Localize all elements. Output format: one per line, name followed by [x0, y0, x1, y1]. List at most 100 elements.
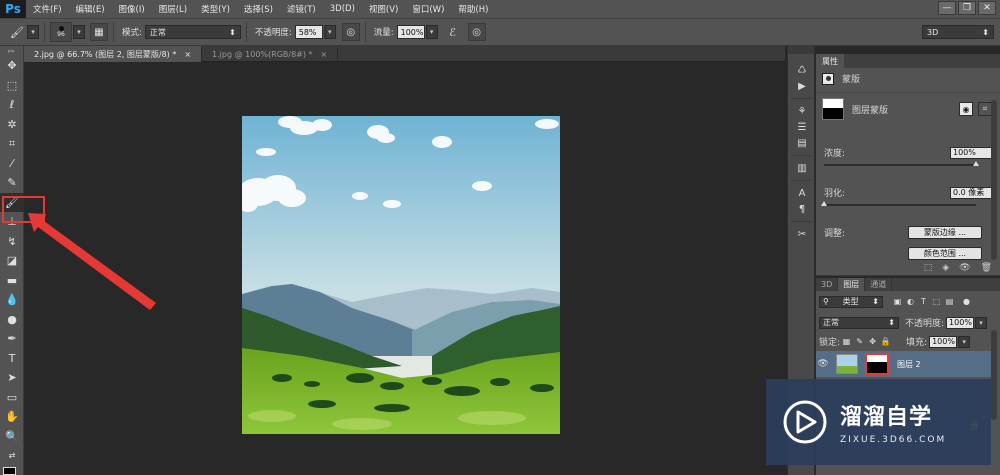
- tool-preset-dropdown[interactable]: ▾: [27, 25, 39, 39]
- lock-transparent-icon[interactable]: ▦: [840, 335, 853, 348]
- mask-thumbnail[interactable]: [822, 98, 844, 120]
- opacity-dropdown[interactable]: ▾: [323, 25, 336, 39]
- density-slider[interactable]: [824, 161, 979, 166]
- layer-opacity-dropdown[interactable]: ▾: [975, 316, 988, 329]
- brush-panel-icon[interactable]: ☰: [788, 119, 816, 135]
- menu-image[interactable]: 图像(I): [112, 3, 152, 15]
- blur-tool-icon[interactable]: 💧: [0, 290, 24, 310]
- history-brush-tool-icon[interactable]: ↯: [0, 232, 24, 252]
- mode-select[interactable]: 正常 ⬍: [144, 25, 241, 39]
- layer-mask-thumbnail[interactable]: [865, 353, 889, 375]
- layer-name[interactable]: 图层 2: [897, 359, 921, 370]
- document-tab[interactable]: 2.jpg @ 66.7% (图层 2, 图层蒙版/8) * ×: [24, 46, 203, 62]
- panel-scrollbar[interactable]: [991, 330, 997, 420]
- clone-source-panel-icon[interactable]: ▤: [788, 135, 816, 151]
- brush-presets-panel-icon[interactable]: ⚘: [788, 103, 816, 119]
- canvas-area[interactable]: [24, 62, 785, 475]
- load-selection-icon[interactable]: ⬚: [924, 263, 933, 273]
- airbrush-icon[interactable]: ℰ: [444, 23, 462, 41]
- menu-select[interactable]: 选择(S): [237, 3, 280, 15]
- gradient-tool-icon[interactable]: ▬: [0, 271, 24, 291]
- eyedropper-tool-icon[interactable]: ⁄: [0, 154, 24, 174]
- close-button[interactable]: ✕: [978, 1, 996, 15]
- close-tab-icon[interactable]: ×: [184, 50, 191, 59]
- lock-position-icon[interactable]: ✥: [866, 335, 879, 348]
- panel-scrollbar[interactable]: [991, 100, 997, 260]
- blend-mode-select[interactable]: 正常 ⬍: [819, 316, 899, 329]
- swap-colors-icon[interactable]: ⇄: [0, 446, 24, 466]
- lasso-tool-icon[interactable]: ℓ: [0, 95, 24, 115]
- panel-grip-icon[interactable]: ▸▸: [0, 46, 23, 56]
- menu-type[interactable]: 类型(Y): [194, 3, 237, 15]
- close-tab-icon[interactable]: ×: [321, 50, 328, 59]
- pressure-opacity-icon[interactable]: ◎: [341, 23, 360, 41]
- filter-toggle-icon[interactable]: ●: [960, 295, 973, 308]
- pixel-mask-icon[interactable]: ◉: [959, 102, 973, 116]
- filter-shape-icon[interactable]: ⬚: [930, 295, 943, 308]
- tab-layers[interactable]: 图层: [838, 278, 866, 291]
- paragraph-panel-icon[interactable]: ¶: [788, 201, 816, 217]
- layer-filter-select[interactable]: ⚲ 类型 ⬍: [819, 295, 883, 308]
- color-range-button[interactable]: 颜色范围 ...: [908, 247, 982, 260]
- feather-slider[interactable]: [821, 201, 976, 206]
- filter-adjustment-icon[interactable]: ◐: [904, 295, 917, 308]
- minimize-button[interactable]: —: [938, 1, 956, 15]
- pen-tool-icon[interactable]: ✒: [0, 329, 24, 349]
- menu-filter[interactable]: 滤镜(T): [280, 3, 323, 15]
- filter-pixel-icon[interactable]: ▣: [891, 295, 904, 308]
- lock-image-icon[interactable]: ✎: [853, 335, 866, 348]
- opacity-input[interactable]: 58%: [294, 25, 323, 39]
- flow-input[interactable]: 100%: [396, 25, 425, 39]
- restore-button[interactable]: ❐: [958, 1, 976, 15]
- fill-input[interactable]: 100%: [929, 335, 958, 348]
- document-image[interactable]: [242, 116, 560, 434]
- brush-panel-toggle-icon[interactable]: ▦: [90, 23, 108, 41]
- mask-edge-button[interactable]: 蒙版边缘 ...: [908, 226, 982, 239]
- filter-smart-object-icon[interactable]: ▤: [943, 295, 956, 308]
- magic-wand-tool-icon[interactable]: ✲: [0, 115, 24, 135]
- apply-mask-icon[interactable]: ◈: [942, 263, 949, 273]
- visibility-eye-icon[interactable]: 👁: [816, 359, 830, 369]
- menu-help[interactable]: 帮助(H): [451, 3, 495, 15]
- type-tool-icon[interactable]: T: [0, 349, 24, 369]
- character-panel-icon[interactable]: A: [788, 185, 816, 201]
- menu-3d[interactable]: 3D(D): [323, 4, 362, 14]
- eraser-tool-icon[interactable]: ◪: [0, 251, 24, 271]
- menu-layer[interactable]: 图层(L): [152, 3, 194, 15]
- menu-window[interactable]: 窗口(W): [405, 3, 451, 15]
- tool-presets-panel-icon[interactable]: ▥: [788, 160, 816, 176]
- move-tool-icon[interactable]: ✥: [0, 56, 24, 76]
- disable-mask-icon[interactable]: 👁: [959, 263, 970, 273]
- layer-row-selected[interactable]: 👁 图层 2: [816, 351, 994, 377]
- fill-dropdown[interactable]: ▾: [958, 335, 971, 348]
- dodge-tool-icon[interactable]: ●: [0, 310, 24, 330]
- brush-tool-preset-icon[interactable]: 🖌: [8, 23, 26, 41]
- vector-mask-icon[interactable]: ⌗: [978, 102, 992, 116]
- layer-opacity-input[interactable]: 100%: [946, 316, 975, 329]
- lock-all-icon[interactable]: 🔒: [879, 335, 892, 348]
- brush-picker-dropdown[interactable]: ▾: [73, 25, 85, 39]
- density-input[interactable]: 100%: [950, 146, 992, 159]
- rectangle-tool-icon[interactable]: ▭: [0, 388, 24, 408]
- feather-input[interactable]: 0.0 像素: [950, 186, 992, 199]
- tab-properties[interactable]: 属性: [816, 54, 844, 68]
- tab-channels[interactable]: 通道: [865, 278, 893, 291]
- hand-tool-icon[interactable]: ✋: [0, 407, 24, 427]
- delete-mask-icon[interactable]: 🗑: [981, 263, 992, 273]
- healing-brush-tool-icon[interactable]: ✎: [0, 173, 24, 193]
- path-selection-tool-icon[interactable]: ➤: [0, 368, 24, 388]
- brush-size-picker[interactable]: 96: [50, 22, 72, 42]
- zoom-tool-icon[interactable]: 🔍: [0, 427, 24, 447]
- document-tab[interactable]: 1.jpg @ 100%(RGB/8#) * ×: [202, 46, 339, 62]
- filter-type-icon[interactable]: T: [917, 295, 930, 308]
- layer-thumbnail[interactable]: [836, 354, 858, 374]
- dock-grip[interactable]: [788, 46, 814, 54]
- workspace-select[interactable]: 3D ⬍: [922, 25, 994, 39]
- actions-panel-icon[interactable]: ▶: [788, 78, 816, 94]
- feather-slider-handle[interactable]: [821, 201, 827, 206]
- pressure-size-icon[interactable]: ◎: [467, 23, 486, 41]
- menu-view[interactable]: 视图(V): [362, 3, 405, 15]
- history-panel-icon[interactable]: ♺: [788, 62, 816, 78]
- crop-tool-icon[interactable]: ⌗: [0, 134, 24, 154]
- density-slider-handle[interactable]: [973, 161, 979, 166]
